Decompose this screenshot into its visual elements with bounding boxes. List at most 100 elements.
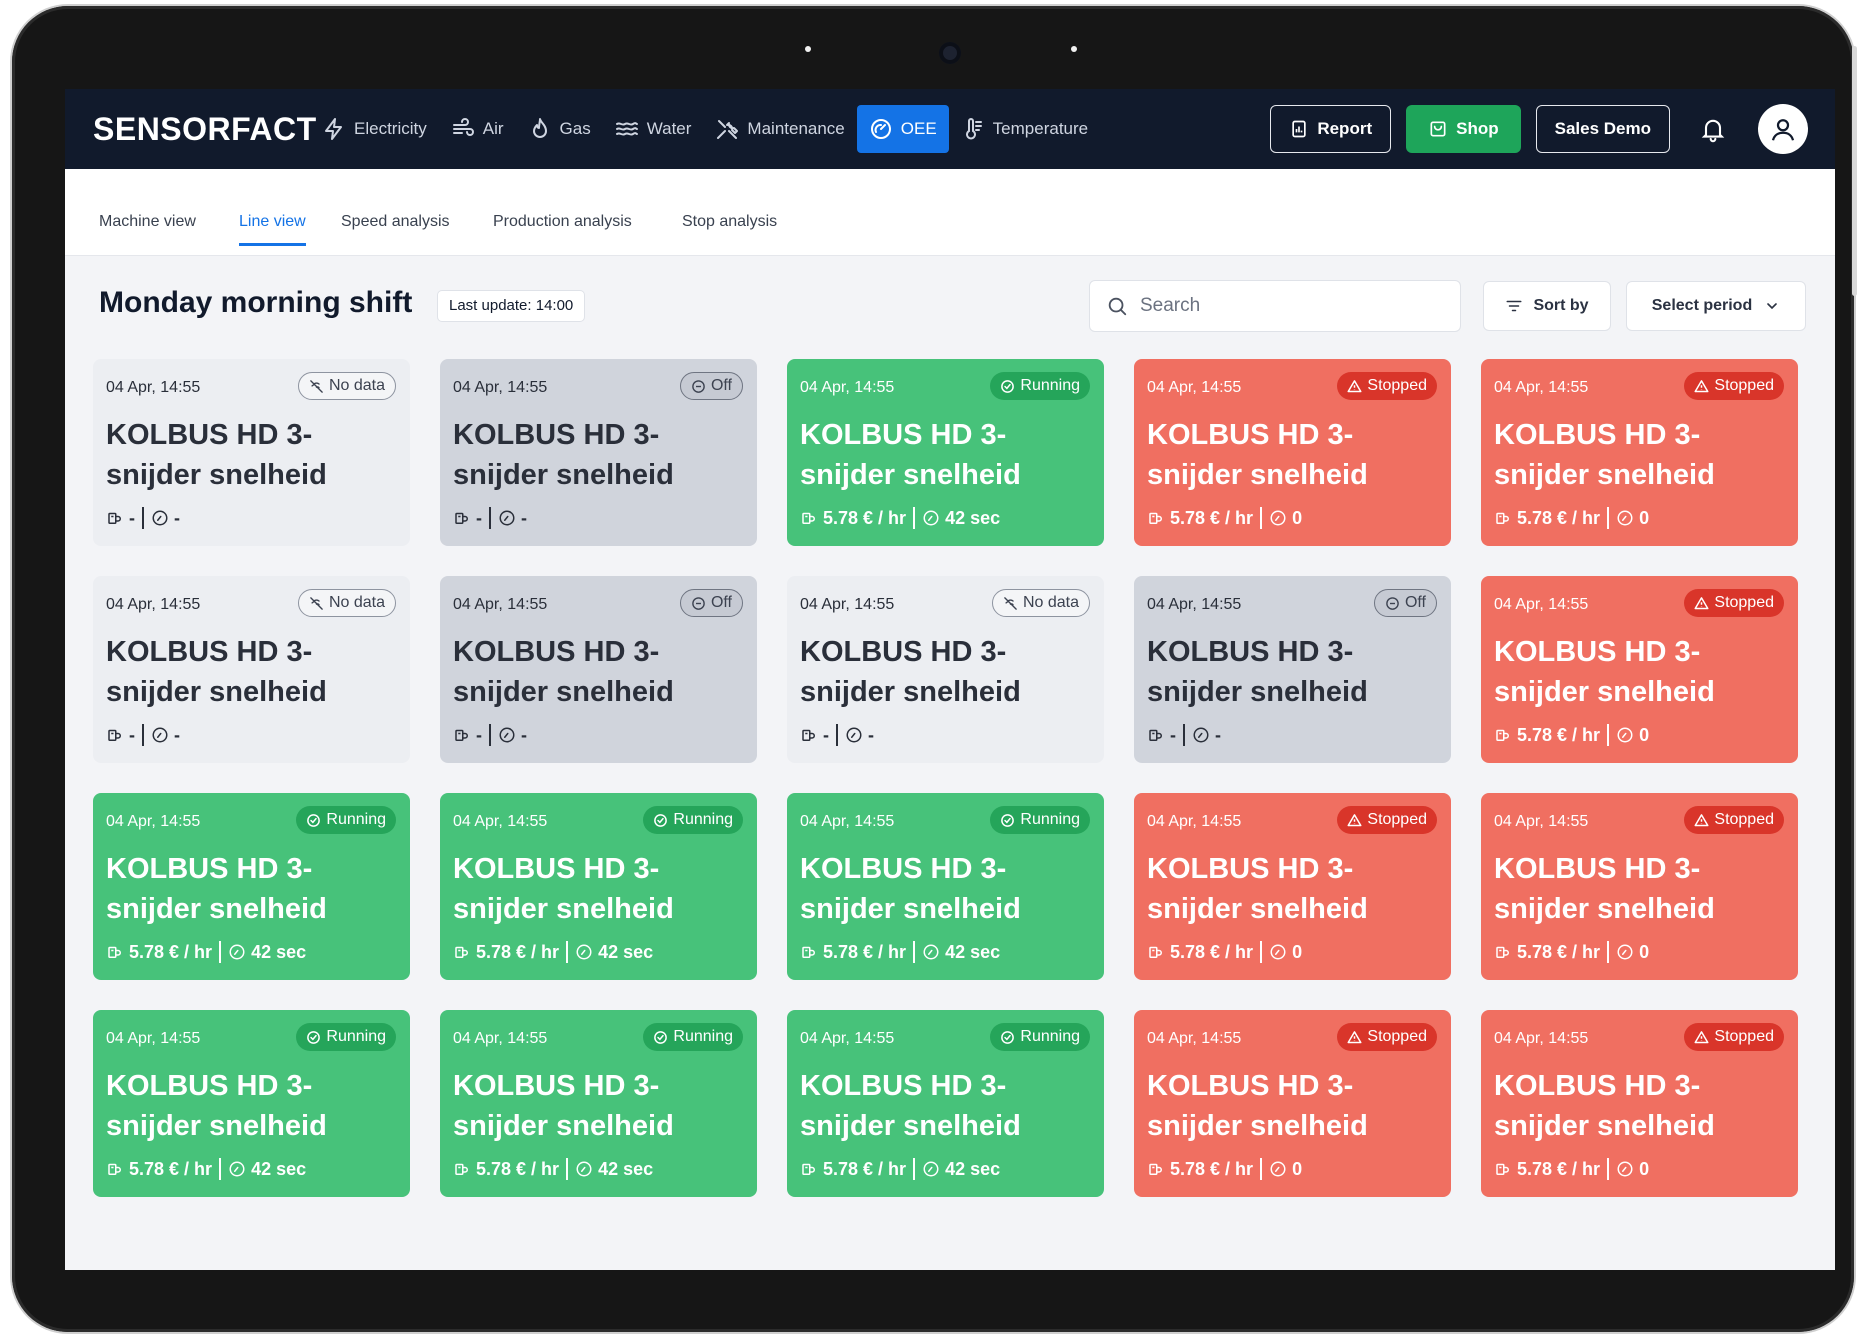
select-period-dropdown[interactable]: Select period bbox=[1626, 281, 1806, 331]
cost-icon bbox=[802, 512, 815, 524]
check-circle-icon bbox=[653, 813, 668, 828]
tab-line-view[interactable]: Line view bbox=[239, 213, 306, 246]
machine-card[interactable]: 04 Apr, 14:55 No data KOLBUS HD 3-snijde… bbox=[93, 576, 410, 763]
machine-card[interactable]: 04 Apr, 14:55 Off KOLBUS HD 3-snijder sn… bbox=[440, 576, 757, 763]
nav-item-temperature[interactable]: Temperature bbox=[949, 105, 1100, 153]
machine-card[interactable]: 04 Apr, 14:55 Off KOLBUS HD 3-snijder sn… bbox=[440, 359, 757, 546]
clock-icon bbox=[152, 727, 168, 743]
tab-speed-analysis[interactable]: Speed analysis bbox=[341, 213, 450, 243]
status-label: Stopped bbox=[1367, 377, 1427, 394]
machine-card[interactable]: 04 Apr, 14:55 Running KOLBUS HD 3-snijde… bbox=[787, 793, 1104, 980]
machine-card[interactable]: 04 Apr, 14:55 No data KOLBUS HD 3-snijde… bbox=[93, 359, 410, 546]
check-circle-icon bbox=[653, 1030, 668, 1045]
cost-value: 5.78 € / hr bbox=[129, 941, 213, 962]
machine-card[interactable]: 04 Apr, 14:55 Running KOLBUS HD 3-snijde… bbox=[440, 1010, 757, 1197]
stats-divider bbox=[1607, 941, 1610, 963]
status-badge: Stopped bbox=[1684, 1023, 1784, 1051]
machine-card[interactable]: 04 Apr, 14:55 No data KOLBUS HD 3-snijde… bbox=[787, 576, 1104, 763]
shop-label: Shop bbox=[1456, 119, 1499, 138]
status-label: No data bbox=[1022, 594, 1079, 611]
duration-value: 0 bbox=[1639, 507, 1650, 528]
status-badge: Stopped bbox=[1684, 806, 1784, 834]
cost-icon bbox=[455, 729, 468, 741]
tab-production-analysis[interactable]: Production analysis bbox=[493, 213, 632, 243]
card-stats: 5.78 € / hr 42 sec bbox=[106, 1158, 306, 1180]
status-badge: Off bbox=[1373, 589, 1437, 617]
card-stats: 5.78 € / hr 0 bbox=[1147, 941, 1302, 963]
sort-by-button[interactable]: Sort by bbox=[1483, 281, 1611, 331]
clock-icon bbox=[229, 1161, 245, 1177]
nav-items: Electricity Air Gas Water Maintenance OE… bbox=[310, 105, 1100, 153]
machine-card[interactable]: 04 Apr, 14:55 Stopped KOLBUS HD 3-snijde… bbox=[1481, 793, 1798, 980]
machine-card[interactable]: 04 Apr, 14:55 Running KOLBUS HD 3-snijde… bbox=[93, 1010, 410, 1197]
machine-name: KOLBUS HD 3-snijder snelheid bbox=[106, 1070, 327, 1142]
machine-card[interactable]: 04 Apr, 14:55 Running KOLBUS HD 3-snijde… bbox=[787, 1010, 1104, 1197]
duration-value: 42 sec bbox=[598, 941, 654, 962]
shop-button[interactable]: Shop bbox=[1406, 105, 1521, 153]
machine-card[interactable]: 04 Apr, 14:55 Off KOLBUS HD 3-snijder sn… bbox=[1134, 576, 1451, 763]
report-button[interactable]: Report bbox=[1270, 105, 1392, 153]
clock-icon bbox=[923, 1161, 939, 1177]
clock-icon bbox=[499, 510, 515, 526]
cost-icon bbox=[108, 512, 121, 524]
nav-item-electricity[interactable]: Electricity bbox=[310, 105, 439, 153]
status-label: Off bbox=[1404, 594, 1426, 611]
scrollbar[interactable] bbox=[1852, 46, 1857, 296]
status-badge: No data bbox=[297, 372, 396, 400]
status-badge: No data bbox=[991, 589, 1090, 617]
duration-value: 0 bbox=[1639, 1158, 1650, 1179]
nav-item-maintenance[interactable]: Maintenance bbox=[703, 105, 856, 153]
card-stats: - - bbox=[453, 507, 527, 529]
duration-value: 42 sec bbox=[945, 1158, 1001, 1179]
duration-value: 0 bbox=[1292, 1158, 1303, 1179]
machine-card[interactable]: 04 Apr, 14:55 Stopped KOLBUS HD 3-snijde… bbox=[1134, 1010, 1451, 1197]
cost-value: - bbox=[476, 724, 482, 745]
search-box[interactable] bbox=[1089, 280, 1461, 332]
machine-card[interactable]: 04 Apr, 14:55 Running KOLBUS HD 3-snijde… bbox=[787, 359, 1104, 546]
tab-stop-analysis[interactable]: Stop analysis bbox=[682, 213, 777, 243]
stats-divider bbox=[219, 941, 222, 963]
card-timestamp: 04 Apr, 14:55 bbox=[453, 1030, 548, 1047]
search-input[interactable] bbox=[1138, 294, 1442, 318]
machine-card[interactable]: 04 Apr, 14:55 Stopped KOLBUS HD 3-snijde… bbox=[1134, 359, 1451, 546]
cost-value: 5.78 € / hr bbox=[823, 941, 907, 962]
card-stats: - - bbox=[106, 507, 180, 529]
gauge-icon bbox=[870, 119, 891, 139]
report-icon bbox=[1292, 120, 1306, 138]
check-circle-icon bbox=[1000, 379, 1015, 394]
nav-item-water[interactable]: Water bbox=[603, 105, 704, 153]
machine-card[interactable]: 04 Apr, 14:55 Stopped KOLBUS HD 3-snijde… bbox=[1134, 793, 1451, 980]
tab-machine-view[interactable]: Machine view bbox=[99, 213, 196, 243]
stats-divider bbox=[913, 507, 916, 529]
cost-icon bbox=[802, 946, 815, 958]
water-icon bbox=[615, 122, 638, 136]
machine-card[interactable]: 04 Apr, 14:55 Stopped KOLBUS HD 3-snijde… bbox=[1481, 359, 1798, 546]
card-stats: 5.78 € / hr 42 sec bbox=[800, 941, 1000, 963]
card-stats: 5.78 € / hr 42 sec bbox=[800, 1158, 1000, 1180]
account-button[interactable]: Sales Demo bbox=[1535, 105, 1670, 153]
status-label: Running bbox=[326, 1028, 386, 1045]
machine-card[interactable]: 04 Apr, 14:55 Stopped KOLBUS HD 3-snijde… bbox=[1481, 1010, 1798, 1197]
bell-icon[interactable] bbox=[1699, 115, 1727, 143]
nav-item-label: OEE bbox=[900, 119, 937, 138]
avatar[interactable] bbox=[1758, 104, 1808, 154]
card-timestamp: 04 Apr, 14:55 bbox=[106, 1030, 201, 1047]
duration-value: - bbox=[521, 724, 527, 745]
warning-icon bbox=[1694, 596, 1709, 611]
stats-divider bbox=[1607, 507, 1610, 529]
card-stats: 5.78 € / hr 0 bbox=[1147, 1158, 1302, 1180]
cost-value: - bbox=[823, 724, 829, 745]
thermometer-icon bbox=[965, 118, 982, 140]
cost-icon bbox=[1149, 729, 1162, 741]
machine-card[interactable]: 04 Apr, 14:55 Running KOLBUS HD 3-snijde… bbox=[93, 793, 410, 980]
duration-value: 42 sec bbox=[251, 1158, 307, 1179]
machine-card[interactable]: 04 Apr, 14:55 Running KOLBUS HD 3-snijde… bbox=[440, 793, 757, 980]
check-circle-icon bbox=[1000, 813, 1015, 828]
cost-value: 5.78 € / hr bbox=[1517, 941, 1601, 962]
nav-item-gas[interactable]: Gas bbox=[516, 105, 603, 153]
machine-card[interactable]: 04 Apr, 14:55 Stopped KOLBUS HD 3-snijde… bbox=[1481, 576, 1798, 763]
machine-name: KOLBUS HD 3-snijder snelheid bbox=[800, 636, 1021, 708]
cost-icon bbox=[455, 512, 468, 524]
nav-item-air[interactable]: Air bbox=[439, 105, 516, 153]
nav-item-oee[interactable]: OEE bbox=[856, 105, 949, 153]
